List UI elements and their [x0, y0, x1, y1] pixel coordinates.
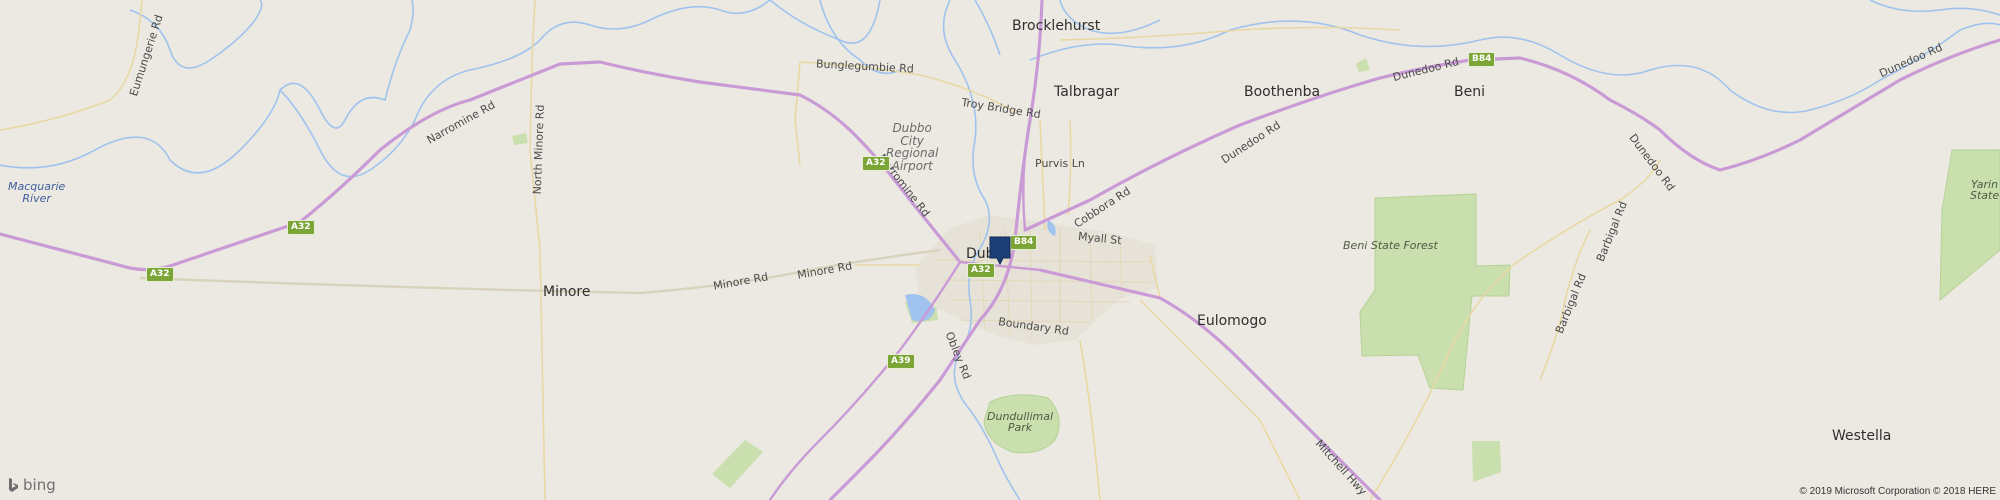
bing-wordmark: bing [23, 476, 56, 494]
route-shield-a32: A32 [287, 220, 315, 235]
location-pin-icon[interactable] [989, 236, 1011, 266]
bing-logo[interactable]: bing [8, 476, 56, 494]
route-shield-b84: B84 [1010, 235, 1038, 250]
park-sw [712, 440, 763, 488]
park-areas [512, 58, 2000, 488]
narromine-road-line [0, 60, 962, 272]
park-small-nm [512, 133, 528, 145]
place-label-minore: Minore [543, 284, 591, 300]
route-shield-a32: A32 [146, 267, 174, 282]
park-small-east [1356, 58, 1370, 72]
yarin-state-forest-area [1939, 149, 2000, 302]
place-label-beni: Beni [1454, 84, 1485, 100]
copyright-notice: © 2019 Microsoft Corporation © 2018 HERE [1799, 486, 1997, 497]
place-label-eulomogo: Eulomogo [1197, 313, 1267, 329]
dunedoo-road-line [1023, 38, 2000, 232]
bing-b-icon [9, 477, 18, 492]
road-label-north-minore: North Minore Rd [530, 104, 547, 195]
place-label-talbragar: Talbragar [1054, 84, 1120, 100]
park-se [1472, 441, 1501, 482]
yarin-forest-label: Yarin State [1970, 178, 2000, 202]
macquarie-river-label: Macquarie River [8, 180, 66, 206]
place-label-brocklehurst: Brocklehurst [1012, 18, 1101, 34]
map-canvas[interactable]: Brocklehurst Talbragar Boothenba Beni Du… [0, 0, 2000, 500]
macquarie-river [0, 0, 414, 174]
road-label-purvis: Purvis Ln [1035, 157, 1085, 170]
place-label-westella: Westella [1832, 428, 1892, 444]
beni-forest-label: Beni State Forest [1343, 239, 1438, 252]
river-north-a [279, 0, 771, 178]
place-label-boothenba: Boothenba [1244, 84, 1321, 100]
dundullimal-park-label: Dundullimal Park [987, 410, 1054, 434]
route-shield-b84: B84 [1468, 52, 1496, 67]
route-shield-a39: A39 [887, 354, 915, 369]
route-shield-a32: A32 [862, 156, 890, 171]
